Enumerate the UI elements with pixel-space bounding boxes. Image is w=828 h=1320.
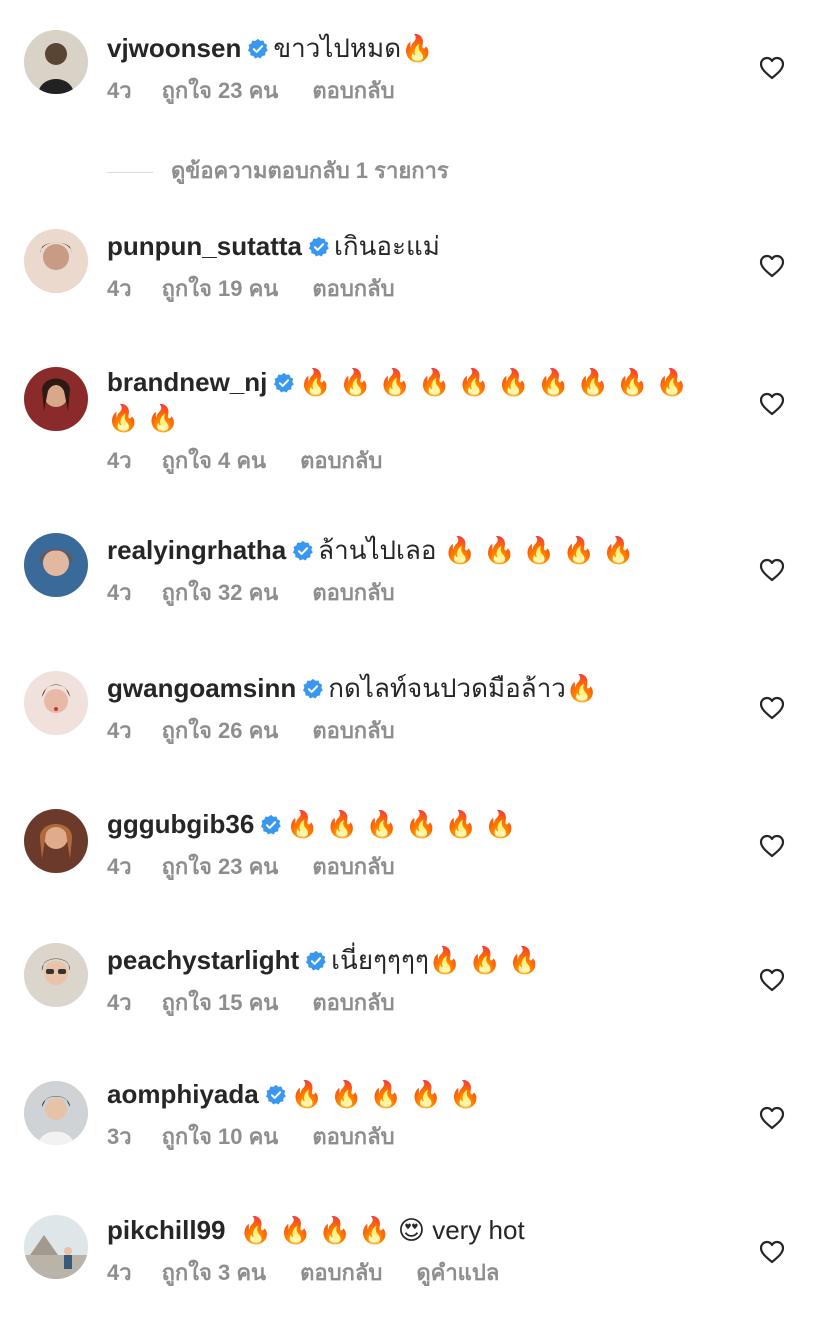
avatar[interactable] — [24, 367, 88, 431]
username[interactable]: peachystarlight — [107, 945, 299, 975]
like-heart-icon[interactable] — [759, 1240, 785, 1264]
comment-time: 4ว — [107, 580, 132, 605]
like-count[interactable]: ถูกใจ 4 คน — [162, 446, 267, 476]
like-count[interactable]: ถูกใจ 23 คน — [162, 852, 279, 882]
reply-button[interactable]: ตอบกลับ — [312, 716, 394, 746]
avatar[interactable] — [24, 943, 88, 1007]
avatar[interactable] — [24, 671, 88, 735]
verified-badge-icon — [292, 540, 314, 562]
comment-text: เกินอะแม่ — [334, 231, 440, 261]
reply-button[interactable]: ตอบกลับ — [312, 988, 394, 1018]
reply-button[interactable]: ตอบกลับ — [300, 1258, 382, 1288]
reply-button[interactable]: ตอบกลับ — [300, 446, 382, 476]
like-heart-icon[interactable] — [759, 56, 785, 80]
comment-text: 🔥 🔥 🔥 🔥 🔥 🔥 — [286, 809, 517, 839]
like-heart-icon[interactable] — [759, 696, 785, 720]
reply-button[interactable]: ตอบกลับ — [312, 274, 394, 304]
username[interactable]: pikchill99 — [107, 1215, 226, 1245]
comment-time: 4ว — [107, 990, 132, 1015]
comment-time: 4ว — [107, 854, 132, 879]
like-count[interactable]: ถูกใจ 3 คน — [162, 1258, 267, 1288]
verified-badge-icon — [305, 950, 327, 972]
verified-badge-icon — [247, 38, 269, 60]
like-count[interactable]: ถูกใจ 15 คน — [162, 988, 279, 1018]
username[interactable]: vjwoonsen — [107, 33, 241, 63]
verified-badge-icon — [273, 372, 295, 394]
like-heart-icon[interactable] — [759, 558, 785, 582]
comment-text: ขาวไปหมด🔥 — [273, 33, 434, 63]
comment-time: 3ว — [107, 1124, 132, 1149]
comment-text: ล้านไปเลอ 🔥 🔥 🔥 🔥 🔥 — [318, 535, 635, 565]
divider — [107, 171, 153, 173]
comment-time: 4ว — [107, 276, 132, 301]
comment-time: 4ว — [107, 78, 132, 103]
avatar[interactable] — [24, 533, 88, 597]
like-count[interactable]: ถูกใจ 19 คน — [162, 274, 279, 304]
username[interactable]: realyingrhatha — [107, 535, 286, 565]
avatar[interactable] — [24, 30, 88, 94]
comment-time: 4ว — [107, 448, 132, 473]
translate-button[interactable]: ดูคำแปล — [416, 1258, 499, 1288]
comment-time: 4ว — [107, 718, 132, 743]
reply-button[interactable]: ตอบกลับ — [312, 852, 394, 882]
verified-badge-icon — [302, 678, 324, 700]
comment-text: 🔥 🔥 🔥 🔥 😍 very hot — [239, 1215, 525, 1245]
like-heart-icon[interactable] — [759, 254, 785, 278]
verified-badge-icon — [308, 236, 330, 258]
reply-button[interactable]: ตอบกลับ — [312, 578, 394, 608]
like-heart-icon[interactable] — [759, 968, 785, 992]
comment-time: 4ว — [107, 1260, 132, 1285]
avatar[interactable] — [24, 229, 88, 293]
view-replies-label[interactable]: ดูข้อความตอบกลับ 1 รายการ — [171, 158, 449, 183]
like-heart-icon[interactable] — [759, 834, 785, 858]
like-count[interactable]: ถูกใจ 26 คน — [162, 716, 279, 746]
reply-button[interactable]: ตอบกลับ — [312, 1122, 394, 1152]
like-count[interactable]: ถูกใจ 32 คน — [162, 578, 279, 608]
avatar[interactable] — [24, 1081, 88, 1145]
username[interactable]: brandnew_nj — [107, 367, 267, 397]
verified-badge-icon — [265, 1084, 287, 1106]
username[interactable]: aomphiyada — [107, 1079, 259, 1109]
username[interactable]: punpun_sutatta — [107, 231, 302, 261]
comment-text: กดไลท์จนปวดมือล้าว🔥 — [328, 673, 599, 703]
like-count[interactable]: ถูกใจ 10 คน — [162, 1122, 279, 1152]
username[interactable]: gwangoamsinn — [107, 673, 296, 703]
like-count[interactable]: ถูกใจ 23 คน — [162, 76, 279, 106]
avatar[interactable] — [24, 809, 88, 873]
reply-button[interactable]: ตอบกลับ — [312, 76, 394, 106]
verified-badge-icon — [260, 814, 282, 836]
like-heart-icon[interactable] — [759, 1106, 785, 1130]
comment-text: 🔥 🔥 🔥 🔥 🔥 — [290, 1079, 482, 1109]
view-replies-link[interactable]: ดูข้อความตอบกลับ 1 รายการ — [107, 154, 449, 188]
username[interactable]: gggubgib36 — [107, 809, 254, 839]
comment-text: เนี่ยๆๆๆๆ🔥 🔥 🔥 — [331, 945, 541, 975]
avatar[interactable] — [24, 1215, 88, 1279]
like-heart-icon[interactable] — [759, 392, 785, 416]
